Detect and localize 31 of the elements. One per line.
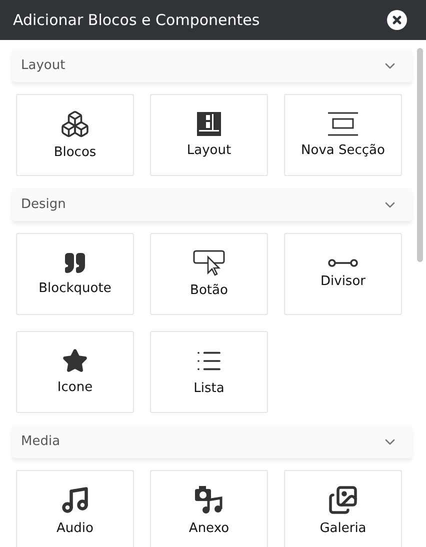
quote-icon <box>63 250 87 275</box>
component-tile[interactable]: Divisor <box>284 233 402 315</box>
window-title: Adicionar Blocos e Componentes <box>13 10 260 31</box>
gallery-icon <box>328 484 358 515</box>
section-header[interactable]: Design <box>12 188 412 221</box>
component-tile[interactable]: Icone <box>16 331 134 413</box>
section-header[interactable]: Media <box>12 425 412 458</box>
section-title: Design <box>21 196 66 214</box>
star-icon <box>62 348 88 374</box>
layout-grid-icon <box>196 110 222 137</box>
component-tile[interactable]: Botão <box>150 233 268 315</box>
cubes-icon <box>60 108 90 139</box>
close-button[interactable] <box>387 10 407 30</box>
section-title: Media <box>21 432 60 451</box>
music-note-icon <box>60 484 90 515</box>
component-tile[interactable]: Lista <box>150 331 268 413</box>
component-tile[interactable]: Nova Secção <box>284 94 402 176</box>
component-tile[interactable]: Anexo <box>150 470 268 547</box>
component-tile[interactable]: Blocos <box>16 94 134 176</box>
divider-icon <box>327 258 359 268</box>
component-tile[interactable]: Blockquote <box>16 233 134 315</box>
button-cursor-icon <box>193 248 225 277</box>
component-tile[interactable]: Audio <box>16 470 134 547</box>
component-tile[interactable]: Galeria <box>284 470 402 547</box>
camera-music-icon <box>194 484 224 515</box>
section-title: Layout <box>21 56 66 75</box>
section-icon <box>327 110 359 137</box>
scrollbar-thumb[interactable] <box>417 48 423 262</box>
section-header[interactable]: Layout <box>12 49 412 82</box>
component-tile[interactable]: Layout <box>150 94 268 176</box>
close-icon <box>392 15 402 25</box>
